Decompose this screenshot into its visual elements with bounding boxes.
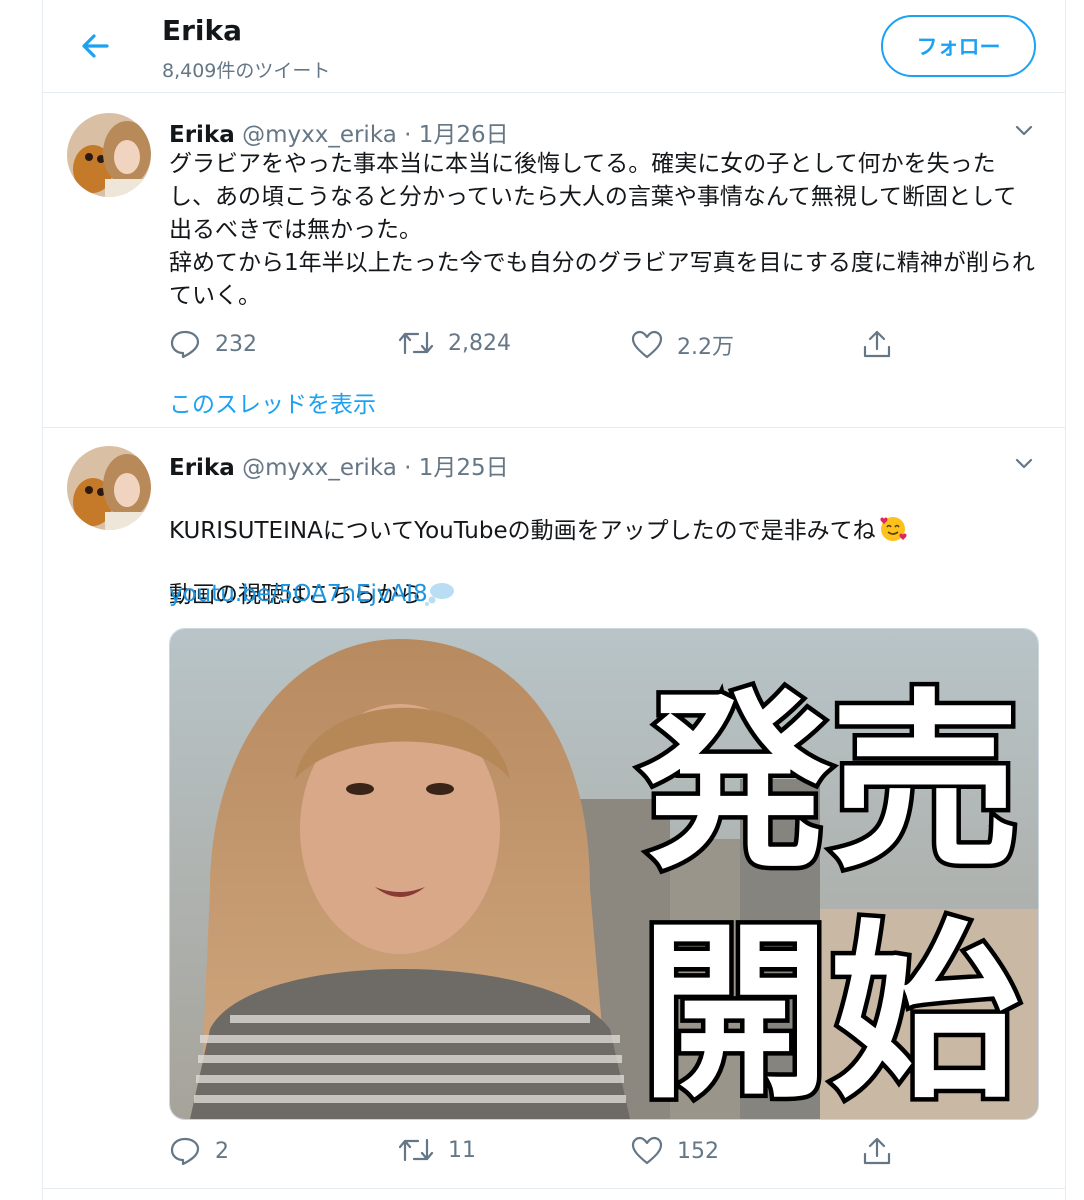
tweet-text-line: KURISUTEINAについてYouTubeの動画をアップしたので是非みてね — [169, 482, 1039, 548]
like-button[interactable]: 2.2万 — [631, 329, 734, 361]
reply-button[interactable]: 232 — [169, 329, 257, 359]
tweet-menu-button[interactable] — [1013, 452, 1035, 474]
thought-bubble-emoji — [425, 583, 454, 606]
tweet-card[interactable]: Erika @myxx_erika · 1月25日 KURISUTEINAについ… — [43, 428, 1065, 1189]
share-icon — [863, 330, 891, 358]
tweet-header: Erika @myxx_erika · 1月25日 — [169, 448, 509, 482]
reply-icon — [170, 1137, 200, 1166]
retweet-count: 11 — [448, 1137, 476, 1163]
thumbnail-text-bottom: 開始 — [640, 903, 1020, 1119]
reply-button[interactable]: 2 — [169, 1136, 229, 1166]
tweet-menu-button[interactable] — [1013, 119, 1035, 141]
tweet-author-name[interactable]: Erika — [169, 455, 235, 481]
tweet-card[interactable]: Erika @myxx_erika · 1月26日 グラビアをやった事本当に本当… — [43, 93, 1065, 428]
tweet-date[interactable]: 1月25日 — [419, 455, 509, 481]
back-button[interactable] — [77, 28, 113, 64]
avatar[interactable] — [67, 446, 151, 530]
profile-header: Erika 8,409件のツイート フォロー — [43, 0, 1065, 93]
tweet-text: グラビアをやった事本当に本当に後悔してる。確実に女の子として何かを失ったし、あの… — [169, 151, 1035, 309]
tweet-author-name[interactable]: Erika — [169, 122, 235, 148]
show-thread-link[interactable]: このスレッドを表示 — [169, 385, 376, 419]
profile-name-title: Erika — [162, 14, 243, 47]
retweet-icon — [398, 1138, 434, 1162]
tweet-text: KURISUTEINAについてYouTubeの動画をアップしたので是非みてね — [169, 518, 876, 544]
reply-count: 2 — [215, 1138, 229, 1164]
youtube-link[interactable]: youtu.be/5OA7nEjvAI8 — [169, 581, 428, 607]
like-count: 2.2万 — [677, 335, 734, 360]
like-icon — [631, 330, 663, 359]
like-button[interactable]: 152 — [631, 1136, 719, 1166]
video-thumbnail[interactable]: 発売 開始 — [169, 628, 1039, 1120]
retweet-count: 2,824 — [448, 330, 511, 356]
retweet-button[interactable]: 11 — [398, 1136, 476, 1164]
retweet-icon — [398, 331, 434, 355]
main-column: Erika 8,409件のツイート フォロー Erika @myxx_erika… — [42, 0, 1066, 1200]
share-button[interactable] — [861, 329, 907, 359]
smiling-hearts-emoji — [880, 517, 907, 541]
like-count: 152 — [677, 1138, 719, 1164]
tweet-date[interactable]: 1月26日 — [419, 122, 509, 148]
tweet-author-handle[interactable]: @myxx_erika — [242, 455, 397, 481]
chevron-down-icon — [1015, 458, 1033, 469]
separator-dot: · — [404, 122, 412, 148]
like-icon — [631, 1136, 663, 1165]
tweet-author-handle[interactable]: @myxx_erika — [242, 122, 397, 148]
back-arrow-icon — [82, 34, 109, 58]
retweet-button[interactable]: 2,824 — [398, 329, 511, 357]
share-icon — [863, 1137, 891, 1165]
chevron-down-icon — [1015, 125, 1033, 136]
tweet-count: 8,409件のツイート — [162, 60, 331, 82]
share-button[interactable] — [861, 1136, 907, 1166]
tweet-header: Erika @myxx_erika · 1月26日 — [169, 115, 509, 149]
reply-count: 232 — [215, 331, 257, 357]
avatar[interactable] — [67, 113, 151, 197]
reply-icon — [170, 330, 200, 359]
separator-dot: · — [404, 455, 412, 481]
thumbnail-text-top: 発売 — [640, 673, 1020, 894]
follow-button[interactable]: フォロー — [881, 15, 1036, 77]
